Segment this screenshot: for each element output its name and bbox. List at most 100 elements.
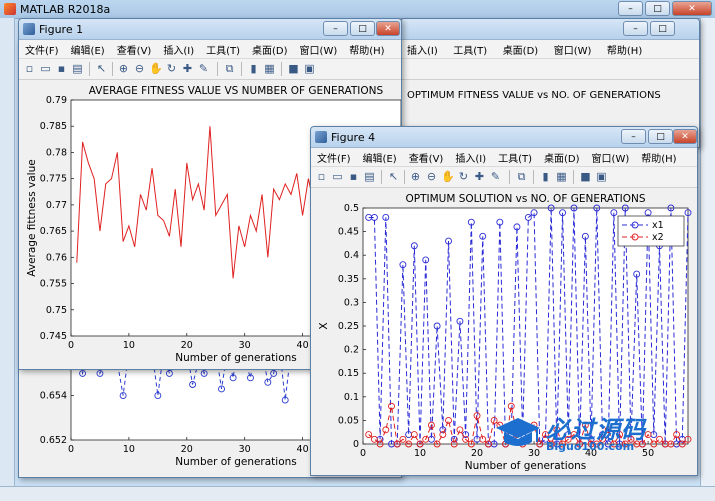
- rotate-icon[interactable]: ↻: [165, 62, 178, 75]
- figure-4-title: Figure 4: [331, 131, 376, 144]
- y-tick-label: 0.785: [40, 121, 67, 132]
- legend-icon[interactable]: ▦: [555, 170, 568, 183]
- menu-tools[interactable]: 工具(T): [200, 40, 246, 57]
- y-tick-label: 0.77: [46, 200, 67, 211]
- figure-4-toolbar: ▫ ▭ ▪ ▤ ↖ ⊕ ⊖ ✋ ↻ ✚ ✎ ⧉ ▮ ▦ ■ ▣: [311, 167, 697, 188]
- y-tick-label: 0.05: [338, 415, 359, 426]
- y-tick-label: 0.765: [40, 226, 67, 237]
- fig3-menu-help[interactable]: 帮助(H): [601, 40, 648, 57]
- colorbar-icon[interactable]: ▮: [539, 170, 552, 183]
- pan-icon[interactable]: ✋: [149, 62, 163, 75]
- pointer-icon[interactable]: ↖: [95, 62, 108, 75]
- fig3-maximize-button[interactable]: □: [650, 21, 675, 36]
- legend-label-x1: x1: [652, 220, 664, 231]
- pan-icon[interactable]: ✋: [441, 170, 455, 183]
- print-icon[interactable]: ▤: [363, 170, 376, 183]
- show-tools-icon[interactable]: ▣: [303, 62, 316, 75]
- fig3-menu-insert[interactable]: 插入(I): [401, 40, 444, 57]
- figure-3-menubar: 插入(I) 工具(T) 桌面(D) 窗口(W) 帮助(H): [401, 40, 699, 59]
- fig4-minimize-button[interactable]: –: [621, 129, 646, 144]
- y-tick-label: 0.745: [40, 331, 67, 342]
- menu-tools[interactable]: 工具(T): [492, 148, 538, 165]
- zoom-out-icon[interactable]: ⊖: [133, 62, 146, 75]
- open-folder-icon[interactable]: ▭: [39, 62, 52, 75]
- minimize-button[interactable]: –: [618, 1, 643, 16]
- hide-tools-icon[interactable]: ■: [287, 62, 300, 75]
- print-icon[interactable]: ▤: [71, 62, 84, 75]
- menu-file[interactable]: 文件(F): [19, 40, 65, 57]
- open-folder-icon[interactable]: ▭: [331, 170, 344, 183]
- y-tick-label: 0.78: [46, 147, 67, 158]
- menu-help[interactable]: 帮助(H): [343, 40, 390, 57]
- show-tools-icon[interactable]: ▣: [595, 170, 608, 183]
- x-tick-label: 40: [297, 340, 309, 351]
- x-tick-label: 20: [181, 444, 193, 455]
- figure-3-title-bar[interactable]: – □: [401, 19, 699, 40]
- menu-desktop[interactable]: 桌面(D): [246, 40, 294, 57]
- menu-edit[interactable]: 编辑(E): [357, 148, 403, 165]
- y-tick-label: 0.652: [40, 435, 67, 446]
- figure-3-chart-title: OPTIMUM FITNESS VALUE vs NO. OF GENERATI…: [407, 90, 661, 101]
- menu-insert[interactable]: 插入(I): [449, 148, 492, 165]
- hide-tools-icon[interactable]: ■: [579, 170, 592, 183]
- fig3-menu-tools[interactable]: 工具(T): [447, 40, 493, 57]
- menu-window[interactable]: 窗口(W): [586, 148, 636, 165]
- menu-desktop[interactable]: 桌面(D): [538, 148, 586, 165]
- rotate-icon[interactable]: ↻: [457, 170, 470, 183]
- legend-label-x2: x2: [652, 232, 664, 243]
- matlab-title-bar[interactable]: MATLAB R2018a – □ ✕: [0, 0, 715, 19]
- fig4-maximize-button[interactable]: □: [648, 129, 673, 144]
- menu-view[interactable]: 查看(V): [111, 40, 158, 57]
- zoom-in-icon[interactable]: ⊕: [117, 62, 130, 75]
- y-tick-label: 0.79: [46, 95, 67, 106]
- chart-title: OPTIMUM SOLUTION vs NO. OF GENERATIONS: [406, 193, 646, 205]
- link-plot-icon[interactable]: ⧉: [223, 62, 236, 75]
- figure-4-title-bar[interactable]: Figure 4 – □ ✕: [311, 127, 697, 148]
- figure-4-menubar: 文件(F) 编辑(E) 查看(V) 插入(I) 工具(T) 桌面(D) 窗口(W) 帮助(H): [311, 148, 697, 167]
- zoom-in-icon[interactable]: ⊕: [409, 170, 422, 183]
- x-tick-label: 0: [68, 340, 74, 351]
- watermark-site: Biguo100.com: [546, 440, 635, 453]
- y-tick-label: 0.45: [338, 227, 359, 238]
- menu-file[interactable]: 文件(F): [311, 148, 357, 165]
- y-tick-label: 0.4: [344, 250, 359, 261]
- fig4-close-button[interactable]: ✕: [673, 129, 697, 144]
- x-axis-label: Number of generations: [175, 352, 297, 364]
- fig3-menu-desktop[interactable]: 桌面(D): [497, 40, 545, 57]
- fig3-menu-window[interactable]: 窗口(W): [548, 40, 598, 57]
- fig1-minimize-button[interactable]: –: [323, 21, 348, 36]
- y-tick-label: 0.35: [338, 274, 359, 285]
- menu-view[interactable]: 查看(V): [403, 148, 450, 165]
- fig3-minimize-button[interactable]: –: [623, 21, 648, 36]
- menu-help[interactable]: 帮助(H): [635, 148, 682, 165]
- menu-edit[interactable]: 编辑(E): [65, 40, 111, 57]
- y-tick-label: 0.3: [344, 297, 359, 308]
- pointer-icon[interactable]: ↖: [387, 170, 400, 183]
- close-button[interactable]: ✕: [672, 1, 712, 16]
- x-tick-label: 40: [297, 444, 309, 455]
- zoom-out-icon[interactable]: ⊖: [425, 170, 438, 183]
- y-tick-label: 0.76: [46, 252, 67, 263]
- save-icon[interactable]: ▪: [55, 62, 68, 75]
- y-tick-label: 0.654: [40, 391, 67, 402]
- menu-insert[interactable]: 插入(I): [157, 40, 200, 57]
- new-figure-icon[interactable]: ▫: [23, 62, 36, 75]
- fig1-maximize-button[interactable]: □: [350, 21, 375, 36]
- matlab-logo-icon: [4, 3, 16, 15]
- save-icon[interactable]: ▪: [347, 170, 360, 183]
- menu-window[interactable]: 窗口(W): [294, 40, 344, 57]
- data-cursor-icon[interactable]: ✚: [181, 62, 194, 75]
- brush-icon[interactable]: ✎: [489, 170, 502, 183]
- colorbar-icon[interactable]: ▮: [247, 62, 260, 75]
- figure-3-toolbar: [401, 59, 699, 80]
- fig1-close-button[interactable]: ✕: [376, 21, 400, 36]
- figure-1-title-bar[interactable]: Figure 1 – □ ✕: [19, 19, 401, 40]
- data-cursor-icon[interactable]: ✚: [473, 170, 486, 183]
- matlab-right-panel: [700, 18, 715, 500]
- maximize-button[interactable]: □: [645, 1, 670, 16]
- new-figure-icon[interactable]: ▫: [315, 170, 328, 183]
- y-axis-label: Average fittness value: [26, 159, 38, 276]
- link-plot-icon[interactable]: ⧉: [515, 170, 528, 183]
- legend-icon[interactable]: ▦: [263, 62, 276, 75]
- brush-icon[interactable]: ✎: [197, 62, 210, 75]
